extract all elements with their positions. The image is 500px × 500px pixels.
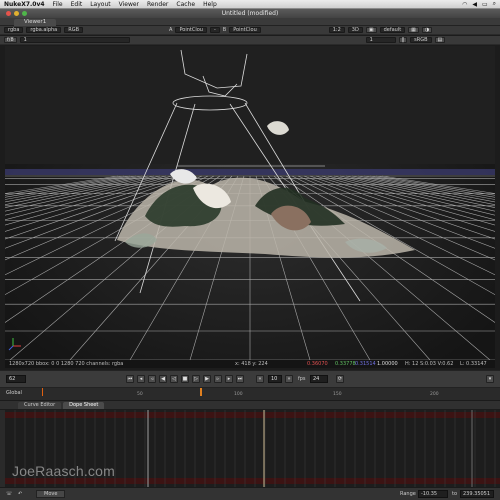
fps-label: fps [298,376,306,382]
play-backward-icon[interactable]: ◀ [159,375,167,383]
step-forward-icon[interactable]: ▷ [192,375,200,383]
compare-op-dropdown[interactable]: - [209,27,220,33]
watermark: JoeRaasch.com [12,463,115,479]
overlay-icon[interactable]: ▤ [434,37,446,43]
channels-dropdown[interactable]: rgba [4,27,24,33]
goto-start-icon[interactable]: ⏮ [126,375,134,383]
alpha-value: 1.00000 [377,361,398,367]
format-info: 1280x720 bbox: 0 0 1280 720 channels: rg… [9,361,124,367]
blue-value: 0.31514 [355,361,376,367]
tab-dope-sheet[interactable]: Dope Sheet [63,402,105,409]
current-frame-field[interactable]: 62 [6,375,26,383]
prev-keyframe-icon[interactable]: ◂ [137,375,145,383]
menu-file[interactable]: File [53,1,63,8]
range-to-label: to [452,491,458,497]
stop-icon[interactable]: ■ [181,375,189,383]
green-value: 0.33778 [335,361,356,367]
step-forward-increment-icon[interactable]: » [285,375,293,383]
range-end-field[interactable]: 239.35051 [460,490,494,498]
minimize-window-button[interactable] [14,11,19,16]
menu-viewer[interactable]: Viewer [119,1,139,8]
playback-controls: 62 ⏮ ◂ ◃ ◀ ◁ ■ ▷ ▶ ▹ ▸ ⏭ « 10 » fps 24 ⟳… [0,370,500,388]
ruler-label-50: 50 [137,392,143,397]
alpha-channel-dropdown[interactable]: rgba.alpha [26,27,62,33]
lut-dropdown[interactable]: default [379,27,406,33]
next-keyframe-icon[interactable]: ▸ [225,375,233,383]
goto-end-icon[interactable]: ⏭ [236,375,244,383]
luminance-value: L: 0.33147 [460,361,487,367]
timeline-menu-icon[interactable]: ▾ [486,375,494,383]
phone-icon[interactable]: ☏ [6,491,12,497]
viewer-3d-viewport[interactable] [5,46,495,360]
close-window-button[interactable] [6,11,11,16]
input-b-dropdown[interactable]: PointClou [229,27,261,33]
gamma-field[interactable]: 1 [365,37,396,43]
tab-curve-editor[interactable]: Curve Editor [18,402,62,409]
global-range-dropdown[interactable]: Global [6,390,22,396]
volume-icon[interactable]: ◀ [472,1,477,8]
ruler-label-150: 150 [333,392,342,397]
undo-icon[interactable]: ↶ [18,491,22,497]
red-value: 0.36070 [307,361,328,367]
clip-warning-icon[interactable]: ◑ [421,27,433,33]
range-start-field[interactable]: -10.35 [418,490,448,498]
lock-icon[interactable]: ▣ [365,27,377,33]
menu-help[interactable]: Help [203,1,217,8]
increment-field[interactable]: 10 [268,375,282,383]
gain-slider[interactable]: 1 [19,37,130,43]
battery-icon[interactable]: ▭ [482,1,488,8]
window-title-bar: Untitled (modified) [0,9,500,18]
ruler-label-100: 100 [234,392,243,397]
menu-bar: NukeX7.0v4 File Edit Layout Viewer Rende… [0,0,500,9]
status-icons: ◠ ◀ ▭ ⌕ [462,0,500,8]
app-menu[interactable]: NukeX7.0v4 [4,1,45,8]
loop-mode-icon[interactable]: ⟳ [336,375,344,383]
play-forward-icon[interactable]: ▶ [203,375,211,383]
point-cloud-scene[interactable] [5,46,495,360]
menu-cache[interactable]: Cache [176,1,195,8]
viewer-controls-row2: f/8 1 1 ‖ sRGB ▤ [0,36,500,45]
timeline-ruler[interactable]: Global 50 100 150 200 [0,388,500,401]
proxy-dropdown[interactable]: 1:2 [328,27,345,33]
dope-sheet-bottom-bar: ☏ ↶ Move Range -10.35 to 239.35051 [0,487,500,500]
zoom-window-button[interactable] [22,11,27,16]
menu-render[interactable]: Render [147,1,168,8]
step-back-icon[interactable]: ◁ [170,375,178,383]
step-back-increment-icon[interactable]: « [256,375,264,383]
roi-icon[interactable]: ▦ [408,27,419,33]
ruler-label-200: 200 [430,392,439,397]
input-a-label: A [169,27,173,33]
tab-viewer1[interactable]: Viewer1 [14,19,57,26]
display-channel-dropdown[interactable]: RGB [64,27,84,33]
fps-field[interactable]: 24 [310,375,328,383]
viewer-tab-bar: Viewer1 [0,18,500,26]
range-label: Range [400,491,416,497]
dope-sheet-sidebar [0,410,5,487]
menu-layout[interactable]: Layout [90,1,110,8]
in-point-marker[interactable] [42,388,43,396]
cursor-coords: x: 418 y: 224 [235,361,268,367]
input-b-label: B [222,27,227,33]
hsv-value: H: 12 S:0.03 V:0.62 [405,361,454,367]
next-frame-icon[interactable]: ▹ [214,375,222,383]
prev-frame-icon[interactable]: ◃ [148,375,156,383]
colorspace-dropdown[interactable]: sRGB [410,37,432,43]
pause-icon[interactable]: ‖ [398,37,408,43]
search-icon[interactable]: ⌕ [493,0,496,8]
move-button[interactable]: Move [36,490,66,498]
editor-tab-bar: Curve Editor Dope Sheet [0,401,500,410]
viewer-info-bar: 1280x720 bbox: 0 0 1280 720 channels: rg… [5,360,495,368]
viewer-controls-row1: rgba rgba.alpha RGB A PointClou - B Poin… [0,26,500,35]
window-title: Untitled (modified) [221,10,279,17]
view-mode-dropdown[interactable]: 3D [347,27,363,33]
input-a-dropdown[interactable]: PointClou [175,27,207,33]
menu-edit[interactable]: Edit [71,1,83,8]
wifi-icon[interactable]: ◠ [462,1,467,8]
playhead-marker[interactable] [200,388,202,396]
fstop-field[interactable]: f/8 [4,37,17,43]
